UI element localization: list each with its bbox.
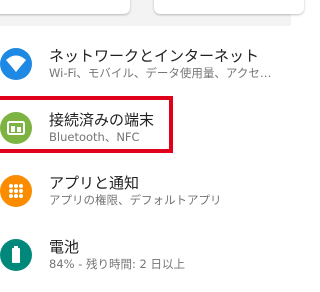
top-card-right[interactable] [154, 0, 304, 14]
settings-item-title: アプリと通知 [49, 174, 140, 192]
settings-item-apps[interactable]: アプリと通知 アプリの権限、デフォルトアプリ [0, 168, 291, 228]
settings-item-title: 接続済みの端末 [49, 111, 155, 129]
settings-item-network[interactable]: ネットワークとインターネット Wi-Fi、モバイル、データ使用量、アクセ… [0, 41, 291, 101]
settings-item-subtitle: 84% - 残り時間: 2 日以上 [49, 257, 186, 271]
wifi-icon [0, 48, 32, 80]
connected-devices-icon [0, 112, 32, 144]
top-strip [0, 0, 304, 26]
settings-item-title: 電池 [49, 238, 80, 256]
settings-item-connected-devices[interactable]: 接続済みの端末 Bluetooth、NFC [0, 105, 291, 165]
settings-item-subtitle: アプリの権限、デフォルトアプリ [49, 193, 222, 207]
apps-icon [0, 175, 32, 207]
top-card-left[interactable] [0, 0, 130, 14]
settings-item-subtitle: Bluetooth、NFC [49, 130, 140, 144]
settings-item-battery[interactable]: 電池 84% - 残り時間: 2 日以上 [0, 232, 291, 292]
settings-item-title: ネットワークとインターネット [49, 47, 260, 65]
battery-icon [0, 239, 32, 271]
settings-item-subtitle: Wi-Fi、モバイル、データ使用量、アクセ… [49, 66, 272, 80]
